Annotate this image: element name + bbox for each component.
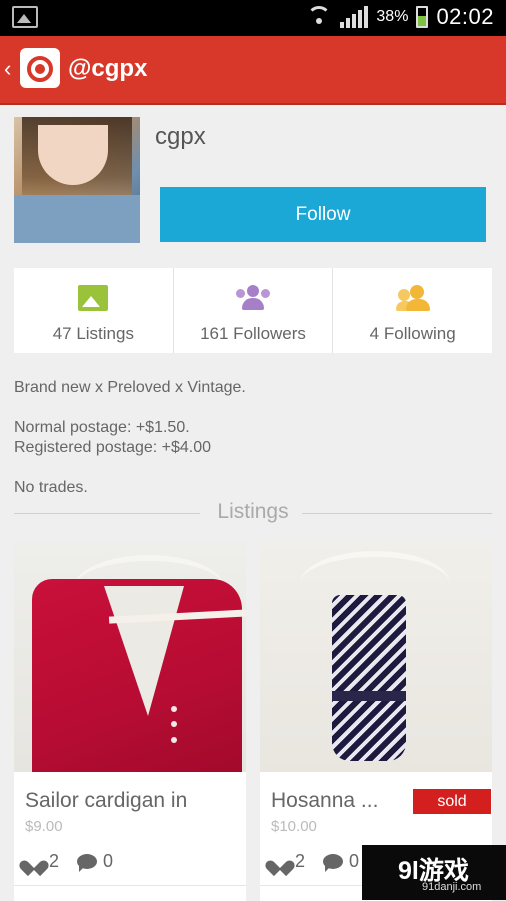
battery-icon xyxy=(416,6,429,28)
bio-line: No trades. xyxy=(14,479,88,496)
like-count: 2 xyxy=(49,851,60,871)
battery-percent: 38% xyxy=(376,8,409,25)
listings-icon xyxy=(78,285,109,311)
listing-card[interactable]: Sailor cardigan in $9.00 2 0 xyxy=(14,541,246,901)
stat-followers[interactable]: 161 Followers xyxy=(174,268,334,353)
heart-icon[interactable] xyxy=(271,854,289,870)
listing-actions: 2 0 xyxy=(25,851,113,872)
stat-listings[interactable]: 47 Listings xyxy=(14,268,174,353)
bio-line: Normal postage: +$1.50. xyxy=(14,419,190,436)
comment-count: 0 xyxy=(349,851,360,871)
wifi-icon xyxy=(306,6,332,28)
profile-bio: Brand new x Preloved x Vintage. Normal p… xyxy=(14,378,492,498)
bio-line: Registered postage: +$4.00 xyxy=(14,439,212,456)
listings-section-header: Listings xyxy=(14,500,492,528)
profile-stats: 47 Listings 161 Followers 4 Following xyxy=(14,268,492,353)
watermark-url: 91danji.com xyxy=(422,881,482,893)
listing-actions: 2 0 xyxy=(271,851,359,872)
stat-followers-label: 161 Followers xyxy=(200,324,306,343)
listing-photo[interactable] xyxy=(260,541,492,772)
listing-title: Hosanna ... xyxy=(271,789,379,812)
sold-badge: sold xyxy=(413,789,491,814)
app-bar-title: @cgpx xyxy=(68,55,148,82)
gallery-notification-icon xyxy=(12,6,38,28)
card-divider xyxy=(14,885,246,886)
app-bar: ‹ @cgpx xyxy=(0,36,506,105)
followers-icon xyxy=(236,285,270,311)
status-indicators: 38% 02:02 xyxy=(306,4,494,30)
profile-username: cgpx xyxy=(155,123,206,150)
app-logo-icon[interactable] xyxy=(20,48,60,88)
like-count: 2 xyxy=(295,851,306,871)
divider xyxy=(302,513,492,514)
back-chevron-icon[interactable]: ‹ xyxy=(4,58,11,80)
comment-count: 0 xyxy=(103,851,114,871)
listing-title: Sailor cardigan in xyxy=(25,789,188,812)
comment-icon[interactable] xyxy=(323,854,344,872)
clock: 02:02 xyxy=(436,4,494,29)
following-icon xyxy=(395,285,430,311)
status-bar: 38% 02:02 xyxy=(0,0,506,36)
stat-listings-label: 47 Listings xyxy=(52,324,134,343)
heart-icon[interactable] xyxy=(25,854,43,870)
signal-icon xyxy=(340,6,369,28)
bio-line: Brand new x Preloved x Vintage. xyxy=(14,379,246,396)
stat-following[interactable]: 4 Following xyxy=(333,268,492,353)
site-watermark: 9l游戏 91danji.com xyxy=(362,845,506,900)
listing-price: $9.00 xyxy=(25,818,63,835)
comment-icon[interactable] xyxy=(77,854,98,872)
stat-following-label: 4 Following xyxy=(369,324,456,343)
follow-button[interactable]: Follow xyxy=(160,187,486,242)
profile-avatar xyxy=(14,117,140,243)
listings-heading: Listings xyxy=(217,500,289,523)
listing-price: $10.00 xyxy=(271,818,317,835)
listing-photo[interactable] xyxy=(14,541,246,772)
